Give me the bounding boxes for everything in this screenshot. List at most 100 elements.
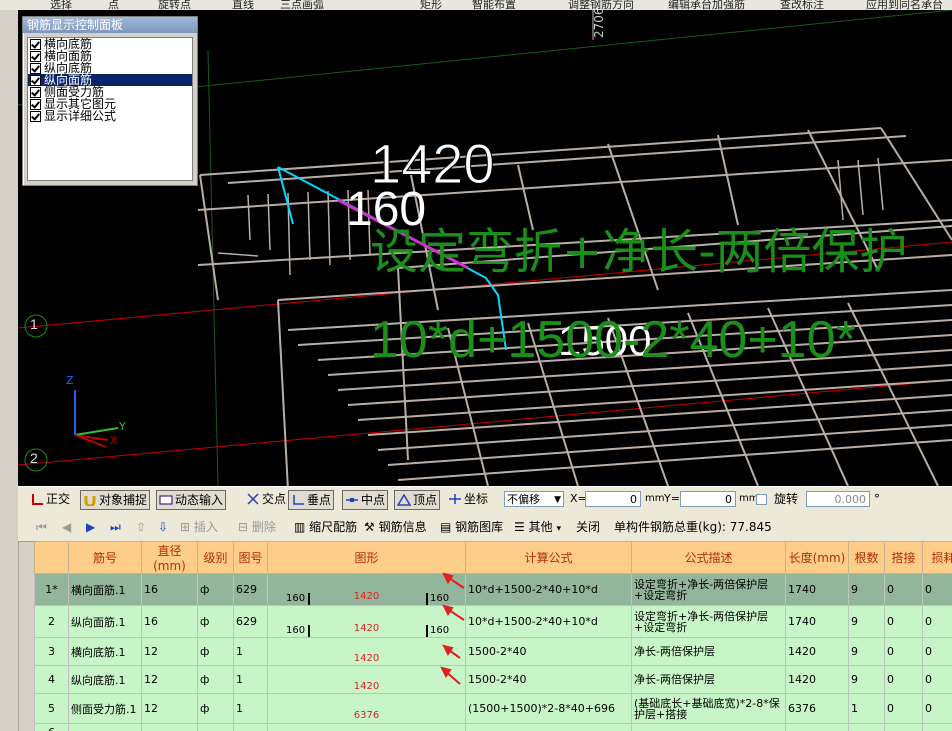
shape-no-cell[interactable]: 1 [233, 693, 268, 724]
header-count[interactable]: 根数 [848, 541, 885, 574]
length-cell[interactable]: 1420 [785, 637, 849, 666]
header-loss[interactable]: 损耗 [922, 541, 952, 574]
grade-cell[interactable]: ф [197, 693, 234, 724]
header-bar-no[interactable]: 筋号 [68, 541, 142, 574]
scale-rebar-button[interactable]: ▥ 缩尺配筋 [294, 519, 357, 535]
three-point-arc-button[interactable]: 三点画弧 [280, 0, 324, 10]
loss-cell[interactable]: 0 [922, 573, 952, 606]
grade-cell[interactable]: ф [197, 637, 234, 666]
row-index[interactable]: 4 [34, 665, 69, 694]
row-index[interactable]: 3 [34, 637, 69, 666]
close-button[interactable]: 关闭 [576, 519, 600, 535]
edit-cap-reinforcement-button[interactable]: 编辑承台加强筋 [668, 0, 745, 10]
offset-mode-select[interactable]: 不偏移 ▼ [504, 491, 564, 507]
lap-cell[interactable]: 0 [884, 605, 923, 638]
bar-no-cell[interactable]: 纵向底筋.1 [68, 665, 142, 694]
table-row[interactable]: 6 [34, 723, 952, 731]
rebar-library-button[interactable]: ▤ 钢筋图库 [440, 519, 503, 535]
point-tool-button[interactable]: 点 [108, 0, 119, 10]
shape-no-cell[interactable]: 629 [233, 605, 268, 638]
grade-cell[interactable] [197, 723, 234, 731]
checkbox-show-formula[interactable]: 显示详细公式 [28, 110, 192, 122]
move-down-icon[interactable]: ⇩ [158, 519, 168, 535]
coordinate-snap-button[interactable]: 坐标 [446, 490, 490, 508]
other-menu-button[interactable]: ☰ 其他 ▾ [514, 519, 561, 535]
table-row[interactable]: 3 横向底筋.1 12 ф 1 1420 1500-2*40 净长-两倍保护层 1420 9 0 0 [34, 637, 952, 666]
checkbox-icon[interactable] [30, 38, 41, 50]
insert-button[interactable]: ⊞ 插入 [180, 519, 218, 535]
lap-cell[interactable]: 0 [884, 665, 923, 694]
apply-same-cap-button[interactable]: 应用到同名承台 [866, 0, 943, 10]
x-coordinate-input[interactable]: 0 [585, 491, 641, 507]
last-record-icon[interactable]: ⏭ [110, 519, 121, 535]
formula-cell[interactable]: (1500+1500)*2-8*40+696 [465, 693, 632, 724]
grade-cell[interactable]: ф [197, 573, 234, 606]
perpendicular-snap-button[interactable]: 垂点 [288, 490, 335, 510]
shape-no-cell[interactable] [233, 723, 268, 731]
bar-no-cell[interactable]: 纵向面筋.1 [68, 605, 142, 638]
header-lap[interactable]: 搭接 [884, 541, 923, 574]
midpoint-snap-button[interactable]: 中点 [342, 490, 389, 510]
dynamic-input-button[interactable]: 动态输入 [156, 490, 227, 510]
description-cell[interactable]: 设定弯折+净长-两倍保护层+设定弯折 [631, 605, 786, 638]
move-up-icon[interactable]: ⇧ [136, 519, 146, 535]
shape-no-cell[interactable]: 1 [233, 665, 268, 694]
row-index[interactable]: 2 [34, 605, 69, 638]
bar-no-cell[interactable]: 侧面受力筋.1 [68, 693, 142, 724]
checkbox-icon[interactable] [30, 110, 41, 122]
bar-no-cell[interactable]: 横向面筋.1 [68, 573, 142, 606]
header-length[interactable]: 长度(mm) [785, 541, 849, 574]
shape-cell[interactable] [267, 723, 466, 731]
adjust-rebar-direction-button[interactable]: 调整钢筋方向 [568, 0, 634, 10]
lap-cell[interactable]: 0 [884, 573, 923, 606]
formula-cell[interactable] [465, 723, 632, 731]
checkbox-icon[interactable] [30, 74, 41, 86]
length-cell[interactable]: 1740 [785, 605, 849, 638]
loss-cell[interactable]: 0 [922, 605, 952, 638]
description-cell[interactable]: 净长-两倍保护层 [631, 665, 786, 694]
rectangle-tool-button[interactable]: 矩形 [420, 0, 442, 10]
diameter-cell[interactable]: 16 [141, 573, 198, 606]
count-cell[interactable]: 1 [848, 693, 885, 724]
description-cell[interactable] [631, 723, 786, 731]
diameter-cell[interactable]: 12 [141, 637, 198, 666]
length-cell[interactable] [785, 723, 849, 731]
check-annotation-button[interactable]: 查改标注 [780, 0, 824, 10]
row-index[interactable]: 6 [34, 723, 69, 731]
row-index[interactable]: 1* [34, 573, 69, 606]
shape-no-cell[interactable]: 629 [233, 573, 268, 606]
diameter-cell[interactable]: 12 [141, 665, 198, 694]
diameter-cell[interactable] [141, 723, 198, 731]
delete-button[interactable]: ⊟ 删除 [238, 519, 276, 535]
vertex-snap-button[interactable]: 顶点 [394, 490, 441, 510]
table-row[interactable]: 2 纵向面筋.1 16 ф 629 1420 160 160 10*d+1500-2*40+10… [34, 605, 952, 638]
checkbox-icon[interactable] [30, 50, 41, 62]
count-cell[interactable]: 9 [848, 665, 885, 694]
checkbox-icon[interactable] [30, 62, 41, 74]
next-record-icon[interactable]: ▶ [86, 519, 95, 535]
header-description[interactable]: 公式描述 [631, 541, 786, 574]
description-cell[interactable]: 设定弯折+净长-两倍保护层+设定弯折 [631, 573, 786, 606]
shape-cell[interactable]: 6376 [267, 693, 466, 724]
formula-cell[interactable]: 1500-2*40 [465, 665, 632, 694]
select-tool-button[interactable]: 选择 [50, 0, 72, 10]
checkbox-icon[interactable] [30, 86, 41, 98]
count-cell[interactable]: 9 [848, 605, 885, 638]
diameter-cell[interactable]: 16 [141, 605, 198, 638]
count-cell[interactable] [848, 723, 885, 731]
grade-cell[interactable]: ф [197, 665, 234, 694]
formula-cell[interactable]: 10*d+1500-2*40+10*d [465, 605, 632, 638]
formula-cell[interactable]: 10*d+1500-2*40+10*d [465, 573, 632, 606]
y-coordinate-input[interactable]: 0 [680, 491, 736, 507]
length-cell[interactable]: 1420 [785, 665, 849, 694]
row-index[interactable]: 5 [34, 693, 69, 724]
lap-cell[interactable]: 0 [884, 637, 923, 666]
diameter-cell[interactable]: 12 [141, 693, 198, 724]
lap-cell[interactable] [884, 723, 923, 731]
header-shape-no[interactable]: 图号 [233, 541, 268, 574]
count-cell[interactable]: 9 [848, 637, 885, 666]
table-row[interactable]: 4 纵向底筋.1 12 ф 1 1420 1500-2*40 净长-两倍保护层 1420 9 0 0 [34, 665, 952, 694]
count-cell[interactable]: 9 [848, 573, 885, 606]
loss-cell[interactable]: 0 [922, 693, 952, 724]
ortho-button[interactable]: 正交 [28, 490, 72, 508]
